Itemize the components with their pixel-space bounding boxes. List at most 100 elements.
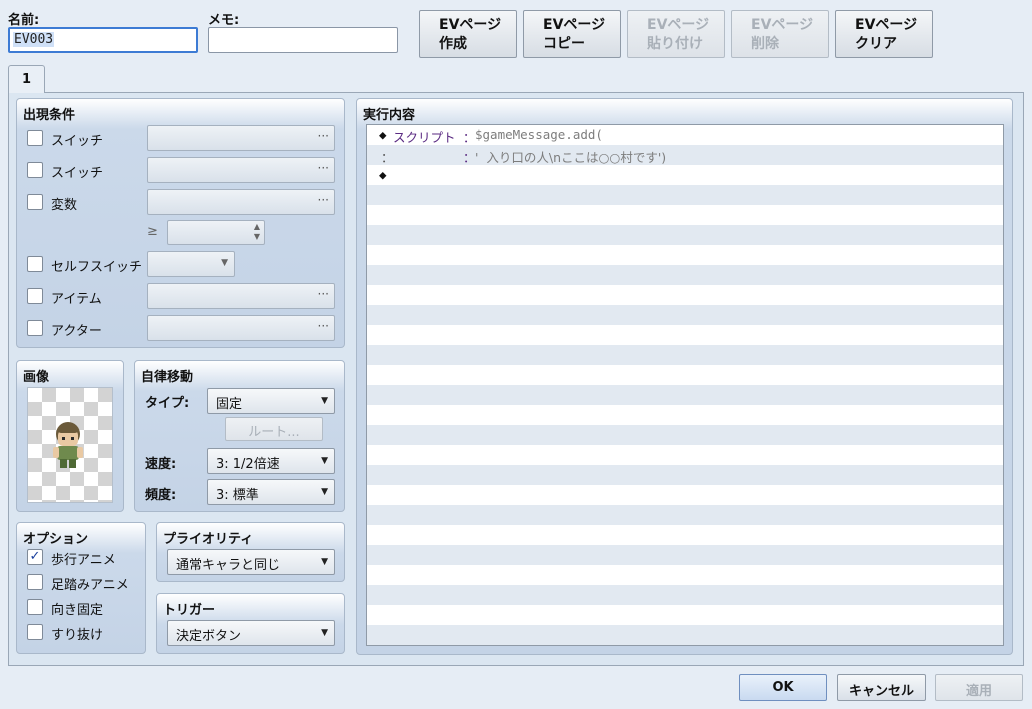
list-row-empty[interactable] — [367, 285, 1003, 305]
list-row-empty[interactable] — [367, 365, 1003, 385]
list-row-empty[interactable] — [367, 345, 1003, 365]
tab-page-1[interactable]: 1 — [8, 65, 45, 93]
list-item[interactable]: ◆ スクリプト ： $gameMessage.add( — [367, 125, 1003, 145]
command-separator: ： — [463, 150, 476, 165]
list-row-empty[interactable] — [367, 505, 1003, 525]
variable-selector[interactable]: ··· — [147, 189, 335, 215]
list-row-empty[interactable] — [367, 425, 1003, 445]
route-button[interactable]: ルート... — [225, 417, 323, 441]
ev-button-line2: 貼り付け — [647, 36, 703, 52]
item-checkbox[interactable] — [27, 288, 43, 304]
priority-group: プライオリティ 通常キャラと同じ ▼ — [156, 522, 345, 582]
ev-page-delete-button[interactable]: EVページ 削除 — [731, 10, 829, 58]
list-row-empty[interactable] — [367, 305, 1003, 325]
ev-button-line2: クリア — [855, 36, 897, 52]
list-row-empty[interactable] — [367, 245, 1003, 265]
stepping-anime-checkbox[interactable] — [27, 574, 43, 590]
speed-dropdown[interactable]: 3: 1/2倍速 ▼ — [207, 448, 335, 474]
list-row-empty[interactable] — [367, 585, 1003, 605]
conditions-group: 出現条件 スイッチ ··· スイッチ ··· 変数 ··· ≥ ▲ ▼ セルフスイ… — [16, 98, 345, 348]
checkmark-icon: ✓ — [29, 549, 41, 564]
empty-rows — [367, 185, 1003, 646]
switch1-checkbox[interactable] — [27, 130, 43, 146]
speed-label: 速度: — [145, 457, 177, 472]
item-checkbox-row[interactable]: アイテム — [27, 287, 147, 307]
list-row-empty[interactable] — [367, 205, 1003, 225]
variable-checkbox[interactable] — [27, 194, 43, 210]
selfswitch-checkbox[interactable] — [27, 256, 43, 272]
actor-label: アクター — [51, 324, 102, 339]
name-label: 名前: — [8, 13, 40, 28]
list-item[interactable]: ： ： ' 入り口の人\nここは○○村です') — [367, 145, 1003, 165]
event-command-list[interactable]: ◆ スクリプト ： $gameMessage.add( ： ： ' 入り口の人\… — [366, 124, 1004, 646]
image-preview[interactable] — [27, 387, 113, 503]
spin-arrows-icon[interactable]: ▲ ▼ — [254, 222, 260, 242]
autonomous-movement-group: 自律移動 タイプ: 固定 ▼ ルート... 速度: 3: 1/2倍速 ▼ 頻度:… — [134, 360, 345, 512]
selfswitch-dropdown[interactable]: ▼ — [147, 251, 235, 277]
variable-label: 変数 — [51, 198, 78, 213]
list-row-empty[interactable] — [367, 325, 1003, 345]
frequency-label: 頻度: — [145, 488, 177, 503]
name-field[interactable]: EV003 — [8, 27, 198, 53]
list-row-empty[interactable] — [367, 465, 1003, 485]
list-row-empty[interactable] — [367, 385, 1003, 405]
ellipsis-icon: ··· — [317, 287, 329, 301]
command-bullet: ： — [381, 150, 394, 165]
list-row-empty[interactable] — [367, 565, 1003, 585]
type-dropdown[interactable]: 固定 ▼ — [207, 388, 335, 414]
actor-selector[interactable]: ··· — [147, 315, 335, 341]
variable-value-spinner[interactable]: ▲ ▼ — [167, 220, 265, 245]
switch2-checkbox[interactable] — [27, 162, 43, 178]
list-row-empty[interactable] — [367, 265, 1003, 285]
image-title: 画像 — [23, 370, 50, 385]
frequency-dropdown[interactable]: 3: 標準 ▼ — [207, 479, 335, 505]
list-row-empty[interactable] — [367, 485, 1003, 505]
list-row-empty[interactable] — [367, 625, 1003, 645]
direction-fix-checkbox-row[interactable]: 向き固定 — [27, 598, 142, 618]
direction-fix-checkbox[interactable] — [27, 599, 43, 615]
ok-button[interactable]: OK — [739, 674, 827, 701]
list-row-empty[interactable] — [367, 525, 1003, 545]
switch1-label: スイッチ — [51, 134, 104, 149]
type-value: 固定 — [216, 397, 243, 412]
ev-page-new-button[interactable]: EVページ 作成 — [419, 10, 517, 58]
switch2-checkbox-row[interactable]: スイッチ — [27, 161, 147, 181]
list-row-empty[interactable] — [367, 185, 1003, 205]
through-checkbox[interactable] — [27, 624, 43, 640]
ev-button-line1: EVページ — [439, 17, 502, 33]
ev-button-line2: コピー — [543, 36, 585, 52]
walking-anime-checkbox[interactable]: ✓ — [27, 549, 43, 565]
list-row-empty[interactable] — [367, 445, 1003, 465]
list-row-empty[interactable] — [367, 405, 1003, 425]
through-checkbox-row[interactable]: すり抜け — [27, 623, 142, 643]
item-selector[interactable]: ··· — [147, 283, 335, 309]
list-row-empty[interactable] — [367, 605, 1003, 625]
switch1-selector[interactable]: ··· — [147, 125, 335, 151]
walking-anime-checkbox-row[interactable]: ✓ 歩行アニメ — [27, 548, 142, 568]
ev-page-paste-button[interactable]: EVページ 貼り付け — [627, 10, 725, 58]
selfswitch-checkbox-row[interactable]: セルフスイッチ — [27, 255, 157, 275]
stepping-anime-checkbox-row[interactable]: 足踏みアニメ — [27, 573, 142, 593]
ellipsis-icon: ··· — [317, 193, 329, 207]
priority-dropdown[interactable]: 通常キャラと同じ ▼ — [167, 549, 335, 575]
command-bullet: ◆ — [379, 167, 387, 182]
ev-page-clear-button[interactable]: EVページ クリア — [835, 10, 933, 58]
ev-page-copy-button[interactable]: EVページ コピー — [523, 10, 621, 58]
trigger-dropdown[interactable]: 決定ボタン ▼ — [167, 620, 335, 646]
actor-checkbox-row[interactable]: アクター — [27, 319, 147, 339]
apply-button[interactable]: 適用 — [935, 674, 1023, 701]
switch1-checkbox-row[interactable]: スイッチ — [27, 129, 147, 149]
actor-checkbox[interactable] — [27, 320, 43, 336]
command-keyword: スクリプト — [393, 130, 456, 145]
name-value: EV003 — [13, 32, 55, 47]
memo-field[interactable] — [208, 27, 398, 53]
list-row-empty[interactable] — [367, 545, 1003, 565]
selfswitch-label: セルフスイッチ — [51, 260, 143, 275]
cancel-button[interactable]: キャンセル — [837, 674, 926, 701]
gte-symbol: ≥ — [147, 224, 158, 239]
switch2-selector[interactable]: ··· — [147, 157, 335, 183]
list-row-empty[interactable] — [367, 225, 1003, 245]
list-item[interactable]: ◆ — [367, 165, 1003, 185]
list-row-empty[interactable] — [367, 645, 1003, 646]
variable-checkbox-row[interactable]: 変数 — [27, 193, 147, 213]
